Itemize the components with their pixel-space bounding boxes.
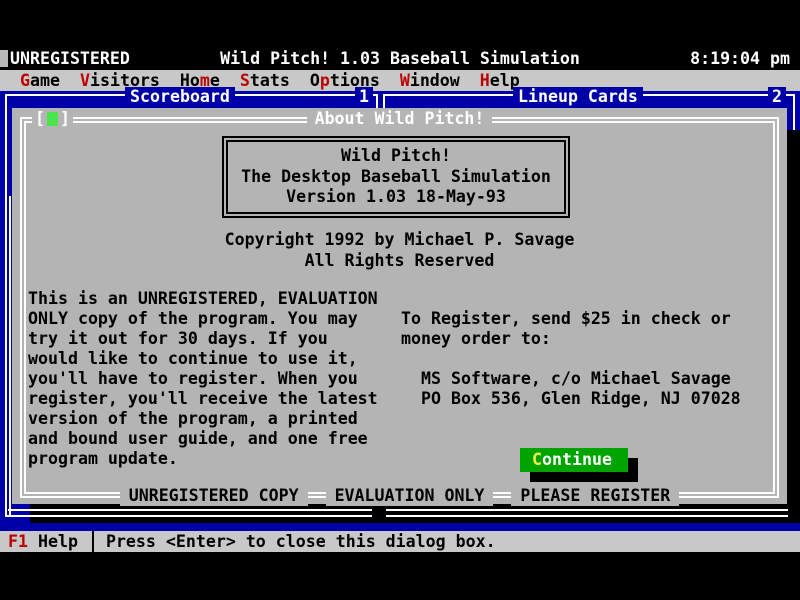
background-window-border [8, 509, 372, 517]
hotkey-letter: C [532, 450, 542, 469]
registration-address-text: To Register, send $25 in check or money … [401, 309, 741, 409]
menu-bar: Game Visitors Home Stats Options Window … [0, 70, 800, 91]
f1-help-hotkey[interactable]: F1 [8, 532, 28, 551]
dialog-shadow [787, 130, 800, 523]
hotkey-letter: W [400, 71, 410, 90]
desktop: Scoreboard 1 Lineup Cards 2 [] About Wil… [0, 91, 800, 531]
hotkey-letter: H [480, 71, 490, 90]
clock: 8:19:04 pm [690, 49, 790, 68]
hotkey-letter: V [80, 71, 90, 90]
f1-help-label[interactable]: Help [38, 532, 78, 551]
status-bar: F1 Help Press <Enter> to close this dial… [0, 531, 800, 552]
menu-item-stats[interactable]: Stats [240, 71, 290, 90]
close-block-glyph [47, 112, 58, 126]
window-title-lineup-cards[interactable]: Lineup Cards [513, 87, 643, 107]
hotkey-letter: S [240, 71, 250, 90]
copyright-notice: Copyright 1992 by Michael P. Savage All … [12, 229, 787, 271]
window-title-scoreboard[interactable]: Scoreboard [125, 87, 235, 107]
background-window-border [386, 509, 788, 517]
about-info-box: Wild Pitch! The Desktop Baseball Simulat… [222, 136, 570, 218]
screen: UNREGISTERED Wild Pitch! 1.03 Baseball S… [0, 0, 800, 600]
background-window-border [9, 196, 11, 517]
menu-item-window[interactable]: Window [400, 71, 460, 90]
app-title: Wild Pitch! 1.03 Baseball Simulation [0, 49, 800, 68]
program-name: Wild Pitch! [228, 146, 564, 167]
program-subtitle: The Desktop Baseball Simulation [228, 167, 564, 188]
window-number: 2 [768, 87, 786, 107]
footer-label: EVALUATION ONLY [326, 486, 494, 506]
status-message: Press <Enter> to close this dialog box. [106, 532, 496, 551]
footer-label: UNREGISTERED COPY [120, 486, 308, 506]
program-version: Version 1.03 18-May-93 [228, 187, 564, 208]
status-bar-divider [92, 531, 94, 552]
window-number: 1 [355, 87, 373, 107]
close-icon[interactable]: [] [32, 109, 73, 129]
app-title-bar: UNREGISTERED Wild Pitch! 1.03 Baseball S… [0, 48, 800, 70]
continue-button[interactable]: Continue [520, 448, 628, 472]
hotkey-letter: p [320, 71, 330, 90]
evaluation-notice-text: This is an UNREGISTERED, EVALUATION ONLY… [28, 289, 378, 469]
footer-label: PLEASE REGISTER [511, 486, 679, 506]
about-dialog: [] About Wild Pitch! Wild Pitch! The Des… [12, 108, 787, 504]
menu-item-game[interactable]: Game [20, 71, 60, 90]
hotkey-letter: G [20, 71, 30, 90]
dialog-footer-banner: UNREGISTERED COPY EVALUATION ONLY PLEASE… [12, 486, 787, 506]
